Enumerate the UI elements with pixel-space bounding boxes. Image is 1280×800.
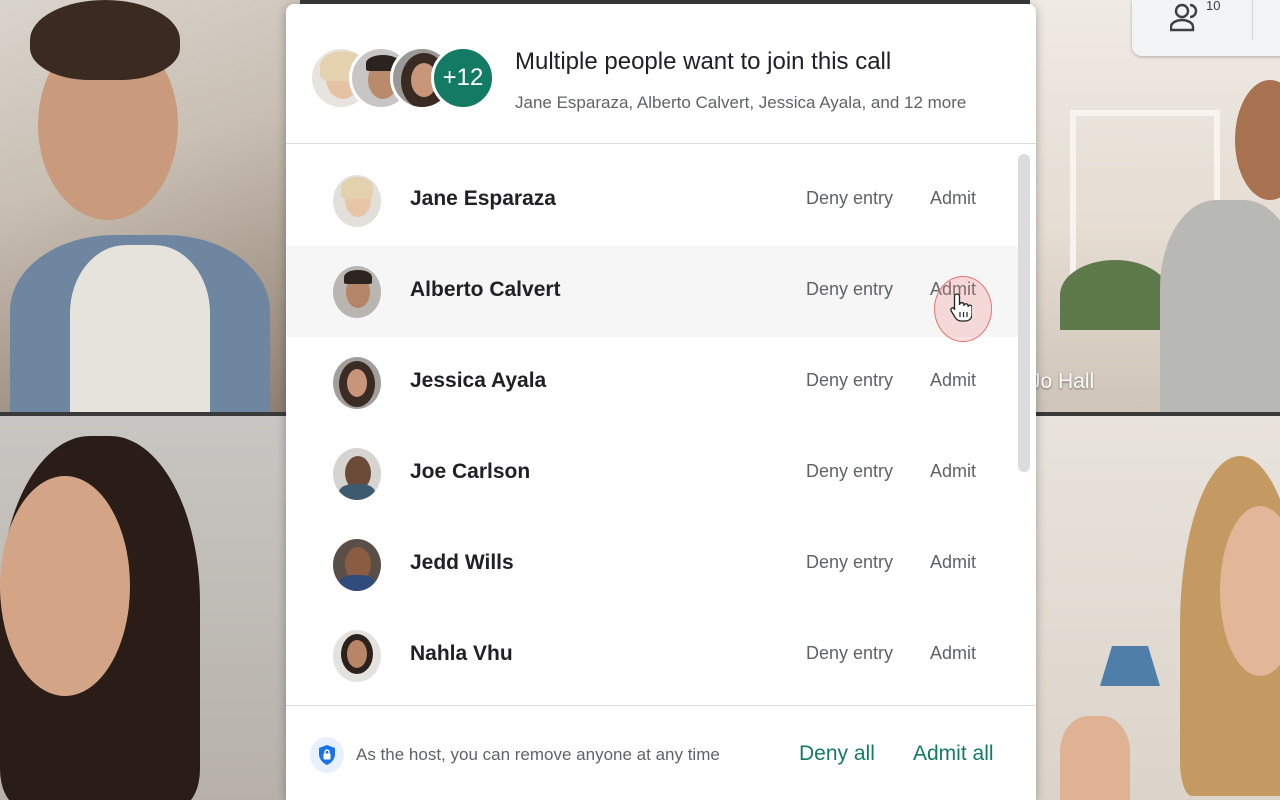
avatar [333,175,381,227]
join-request-row: Jane Esparaza Deny entry Admit [286,155,1018,246]
participant-cardigan [1160,200,1280,412]
avatar [333,539,381,591]
dialog-title: Multiple people want to join this call [515,48,892,75]
list-scrollbar[interactable] [1018,154,1030,472]
admit-button[interactable]: Admit [930,643,976,664]
deny-entry-button[interactable]: Deny entry [806,461,893,482]
admit-button[interactable]: Admit [930,188,976,209]
requester-name: Jedd Wills [410,551,514,574]
join-request-row: Nahla Vhu Deny entry Admit [286,610,1018,701]
join-request-row: Jessica Ayala Deny entry Admit [286,337,1018,428]
requester-name: Joe Carlson [410,460,531,483]
admit-requests-dialog: +12 Multiple people want to join this ca… [286,4,1036,800]
participant-tshirt [70,245,210,412]
join-request-list: Jane Esparaza Deny entry Admit Alberto C… [286,145,1036,705]
divider [1252,0,1253,40]
participant-face [1235,80,1280,200]
participant-name-label: Jo Hall [1030,370,1095,393]
deny-entry-button[interactable]: Deny entry [806,552,893,573]
deny-entry-button[interactable]: Deny entry [806,188,893,209]
deny-all-button[interactable]: Deny all [799,742,875,766]
requester-name: Jessica Ayala [410,369,547,392]
plant [1060,260,1170,330]
avatar [333,357,381,409]
hand-cursor-icon [950,292,973,327]
participant-video-tile [1030,416,1280,800]
participant-video-tile: Jo Hall [1030,0,1280,412]
extra-requests-count: +12 [431,46,495,110]
people-count-badge: 10 [1206,0,1221,13]
people-icon [1169,2,1202,37]
participant-face [0,476,130,696]
admit-button[interactable]: Admit [930,461,976,482]
requester-avatar-stack: +12 [309,46,499,114]
join-request-row: Alberto Calvert Deny entry Admit [286,246,1018,337]
dialog-header: +12 Multiple people want to join this ca… [286,4,1036,144]
participant-hand [1060,716,1130,800]
participant-hair [30,0,180,80]
admit-button[interactable]: Admit [930,370,976,391]
avatar [333,630,381,682]
admit-all-button[interactable]: Admit all [913,742,994,766]
deny-entry-button[interactable]: Deny entry [806,643,893,664]
shield-lock-icon [310,737,344,773]
admit-button[interactable]: Admit [930,552,976,573]
participant-video-tile [0,416,300,800]
deny-entry-button[interactable]: Deny entry [806,279,893,300]
avatar [333,448,381,500]
people-button[interactable]: 10 [1132,0,1280,56]
lamp [1100,646,1160,686]
participant-video-tile [0,0,300,412]
requester-name: Jane Esparaza [410,187,556,210]
requester-name: Nahla Vhu [410,642,513,665]
dialog-subtitle: Jane Esparaza, Alberto Calvert, Jessica … [515,93,967,112]
join-request-row: Joe Carlson Deny entry Admit [286,428,1018,519]
requester-name: Alberto Calvert [410,278,561,301]
join-request-row: Jedd Wills Deny entry Admit [286,519,1018,610]
dialog-footer: As the host, you can remove anyone at an… [286,705,1036,800]
deny-entry-button[interactable]: Deny entry [806,370,893,391]
avatar [333,266,381,318]
host-info-text: As the host, you can remove anyone at an… [356,745,720,764]
